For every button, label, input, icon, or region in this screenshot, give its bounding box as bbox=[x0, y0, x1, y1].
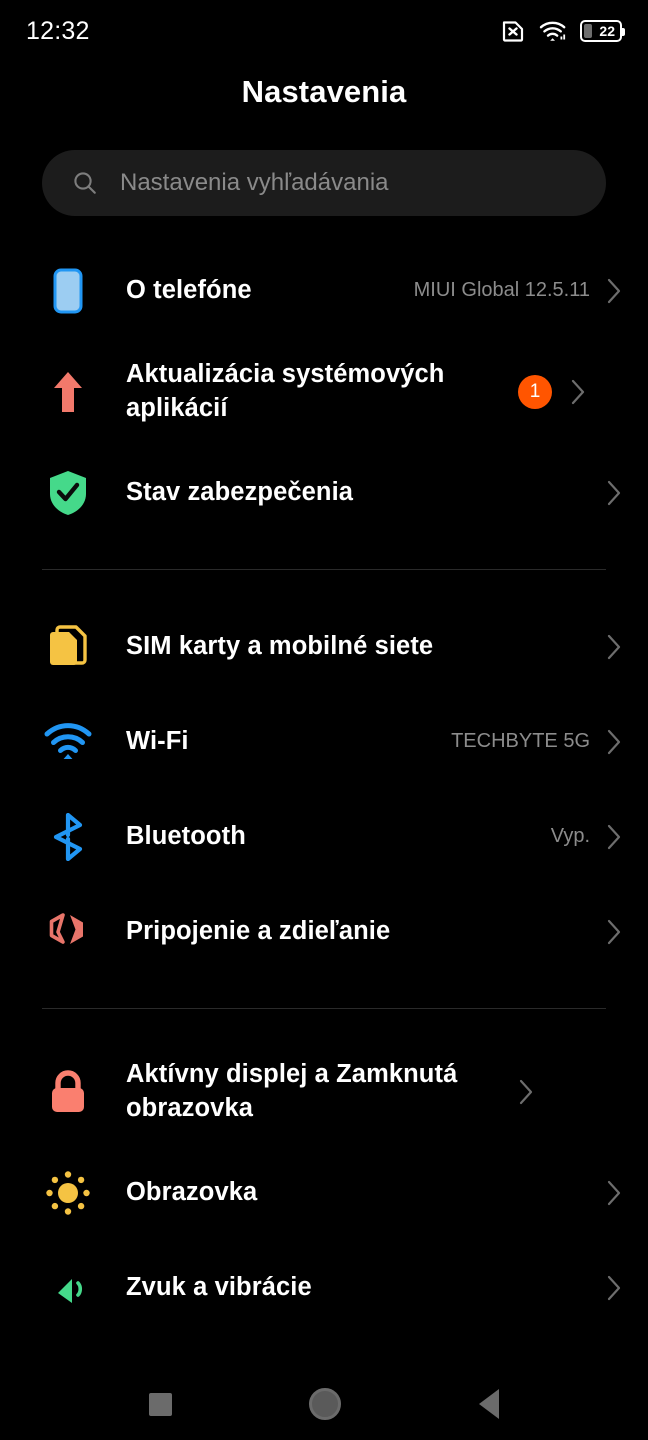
chevron-right-icon bbox=[607, 634, 621, 659]
chevron-right-icon bbox=[571, 379, 585, 404]
sound-icon bbox=[42, 1262, 94, 1314]
row-value: Vyp. bbox=[550, 825, 590, 847]
settings-screen: 12:32 22 Nastavenia Nastavenia vyhľadáva… bbox=[0, 0, 648, 1440]
page-title: Nastavenia bbox=[241, 74, 407, 109]
search-input[interactable]: Nastavenia vyhľadávania bbox=[42, 150, 606, 216]
settings-row-wifi[interactable]: Wi-Fi TECHBYTE 5G bbox=[0, 694, 648, 789]
lock-icon bbox=[42, 1066, 94, 1118]
row-label: Bluetooth bbox=[126, 821, 246, 850]
row-label: Stav zabezpečenia bbox=[126, 477, 354, 506]
search-icon bbox=[74, 172, 96, 194]
settings-row-bluetooth[interactable]: Bluetooth Vyp. bbox=[0, 789, 648, 884]
row-label: Pripojenie a zdieľanie bbox=[126, 916, 391, 945]
row-value: TECHBYTE 5G bbox=[451, 730, 590, 752]
back-button[interactable] bbox=[479, 1389, 500, 1419]
group-divider bbox=[42, 1008, 606, 1009]
battery-fill bbox=[584, 24, 592, 38]
chevron-right-icon bbox=[607, 480, 621, 505]
recents-button[interactable] bbox=[148, 1392, 172, 1416]
chevron-right-icon bbox=[607, 919, 621, 944]
settings-row-security-status[interactable]: Stav zabezpečenia bbox=[0, 445, 648, 540]
row-value: MIUI Global 12.5.11 bbox=[413, 279, 590, 301]
group-divider bbox=[42, 569, 606, 570]
settings-list: O telefóne MIUI Global 12.5.11 Aktualizá… bbox=[0, 243, 648, 1335]
wifi-icon bbox=[539, 21, 566, 41]
battery-level-text: 22 bbox=[599, 23, 615, 39]
settings-row-display[interactable]: Obrazovka bbox=[0, 1145, 648, 1240]
up-arrow-icon bbox=[42, 366, 94, 418]
shield-check-icon bbox=[42, 467, 94, 519]
settings-row-connection-sharing[interactable]: Pripojenie a zdieľanie bbox=[0, 884, 648, 979]
sharing-icon bbox=[42, 906, 94, 958]
sim-card-icon bbox=[42, 621, 94, 673]
settings-group-display: Aktívny displej a Zamknutá obrazovka Obr… bbox=[0, 1038, 648, 1335]
row-label: Obrazovka bbox=[126, 1177, 258, 1206]
status-clock: 12:32 bbox=[26, 16, 90, 45]
sun-icon bbox=[42, 1167, 94, 1219]
no-sim-icon bbox=[502, 21, 524, 42]
navigation-bar bbox=[0, 1368, 648, 1440]
settings-group-connectivity: SIM karty a mobilné siete Wi-Fi TECHBYTE… bbox=[0, 599, 648, 979]
row-label: Zvuk a vibrácie bbox=[126, 1272, 312, 1301]
chevron-right-icon bbox=[607, 278, 621, 303]
settings-row-sim-cards[interactable]: SIM karty a mobilné siete bbox=[0, 599, 648, 694]
chevron-right-icon bbox=[607, 1180, 621, 1205]
row-label: Wi-Fi bbox=[126, 726, 189, 755]
phone-icon bbox=[42, 265, 94, 317]
search-placeholder: Nastavenia vyhľadávania bbox=[120, 169, 389, 196]
wifi-icon bbox=[42, 716, 94, 768]
row-label: Aktualizácia systémových aplikácií bbox=[126, 359, 445, 422]
battery-icon: 22 bbox=[580, 20, 625, 42]
status-bar: 12:32 22 bbox=[0, 0, 648, 62]
settings-row-about-phone[interactable]: O telefóne MIUI Global 12.5.11 bbox=[0, 243, 648, 338]
chevron-right-icon bbox=[607, 1275, 621, 1300]
chevron-right-icon bbox=[607, 824, 621, 849]
bluetooth-icon bbox=[42, 811, 94, 863]
row-label: SIM karty a mobilné siete bbox=[126, 631, 434, 660]
settings-row-sound-vibration[interactable]: Zvuk a vibrácie bbox=[0, 1240, 648, 1335]
chevron-right-icon bbox=[607, 729, 621, 754]
row-label: O telefóne bbox=[126, 275, 252, 304]
status-icon-group: 22 bbox=[500, 18, 625, 44]
status-badge: 1 bbox=[518, 374, 552, 409]
row-label: Aktívny displej a Zamknutá obrazovka bbox=[126, 1059, 458, 1122]
home-button[interactable] bbox=[309, 1388, 342, 1420]
settings-row-system-app-updater[interactable]: Aktualizácia systémových aplikácií 1 bbox=[0, 338, 648, 445]
chevron-right-icon bbox=[519, 1079, 533, 1104]
settings-group-device: O telefóne MIUI Global 12.5.11 Aktualizá… bbox=[0, 243, 648, 540]
settings-row-lock-screen[interactable]: Aktívny displej a Zamknutá obrazovka bbox=[0, 1038, 648, 1145]
